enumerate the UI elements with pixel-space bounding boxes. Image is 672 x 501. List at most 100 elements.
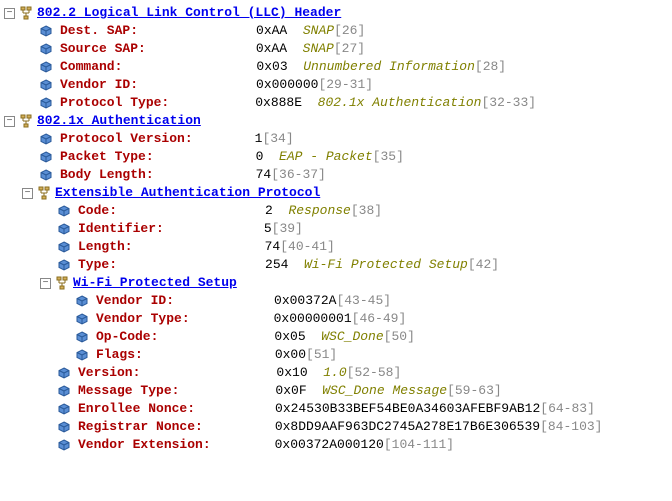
- section-eap-header[interactable]: − Extensible Authentication Protocol: [4, 184, 668, 202]
- field-eap-identifier[interactable]: Identifier: 5 [39]: [4, 220, 668, 238]
- field-label: Code:: [78, 202, 117, 220]
- field-eap-type[interactable]: Type: 254 Wi-Fi Protected Setup [42]: [4, 256, 668, 274]
- field-value: 0: [256, 148, 264, 166]
- section-wps-header[interactable]: − Wi-Fi Protected Setup: [4, 274, 668, 292]
- field-value: 0x00000001: [274, 310, 352, 328]
- field-wps-vendor-id[interactable]: Vendor ID: 0x00372A [43-45]: [4, 292, 668, 310]
- field-wps-registrar-nonce[interactable]: Registrar Nonce: 0x8DD9AAF963DC2745A278E…: [4, 418, 668, 436]
- field-icon: [58, 403, 72, 415]
- field-wps-opcode[interactable]: Op-Code: 0x05 WSC_Done [50]: [4, 328, 668, 346]
- field-value: 1: [255, 130, 263, 148]
- field-body-length[interactable]: Body Length: 74 [36-37]: [4, 166, 668, 184]
- field-bytes: [50]: [384, 328, 415, 346]
- field-label: Packet Type:: [60, 148, 154, 166]
- field-value: 0x24530B33BEF54BE0A34603AFEBF9AB12: [275, 400, 540, 418]
- field-icon: [76, 349, 90, 361]
- field-packet-type[interactable]: Packet Type: 0 EAP - Packet [35]: [4, 148, 668, 166]
- field-icon: [40, 79, 54, 91]
- protocol-group-icon: [55, 276, 69, 290]
- field-bytes: [84-103]: [540, 418, 602, 436]
- field-icon: [40, 151, 54, 163]
- section-title[interactable]: 802.1x Authentication: [37, 112, 201, 130]
- field-wps-flags[interactable]: Flags: 0x00 [51]: [4, 346, 668, 364]
- field-protocol-version[interactable]: Protocol Version: 1 [34]: [4, 130, 668, 148]
- field-wps-version[interactable]: Version: 0x10 1.0 [52-58]: [4, 364, 668, 382]
- field-label: Length:: [78, 238, 133, 256]
- field-meaning: Unnumbered Information: [303, 58, 475, 76]
- field-icon: [76, 295, 90, 307]
- section-llc-header[interactable]: − 802.2 Logical Link Control (LLC) Heade…: [4, 4, 668, 22]
- field-wps-vendor-type[interactable]: Vendor Type: 0x00000001 [46-49]: [4, 310, 668, 328]
- field-source-sap[interactable]: Source SAP: 0xAA SNAP [27]: [4, 40, 668, 58]
- field-label: Source SAP:: [60, 40, 146, 58]
- field-command[interactable]: Command: 0x03 Unnumbered Information [28…: [4, 58, 668, 76]
- field-label: Op-Code:: [96, 328, 158, 346]
- field-value: 0x10: [276, 364, 307, 382]
- field-dest-sap[interactable]: Dest. SAP: 0xAA SNAP [26]: [4, 22, 668, 40]
- field-icon: [58, 439, 72, 451]
- field-bytes: [46-49]: [352, 310, 407, 328]
- field-icon: [40, 133, 54, 145]
- field-icon: [58, 421, 72, 433]
- section-title[interactable]: Wi-Fi Protected Setup: [73, 274, 237, 292]
- field-value: 0x00372A: [274, 292, 336, 310]
- collapse-icon[interactable]: −: [22, 188, 33, 199]
- field-meaning: Wi-Fi Protected Setup: [304, 256, 468, 274]
- collapse-icon[interactable]: −: [40, 278, 51, 289]
- field-wps-enrollee-nonce[interactable]: Enrollee Nonce: 0x24530B33BEF54BE0A34603…: [4, 400, 668, 418]
- field-value: 0x000000: [256, 76, 318, 94]
- field-value: 5: [264, 220, 272, 238]
- field-label: Vendor ID:: [96, 292, 174, 310]
- field-bytes: [104-111]: [384, 436, 454, 454]
- section-dot1x-header[interactable]: − 802.1x Authentication: [4, 112, 668, 130]
- field-meaning: EAP - Packet: [279, 148, 373, 166]
- field-icon: [40, 25, 54, 37]
- field-bytes: [29-31]: [318, 76, 373, 94]
- field-eap-code[interactable]: Code: 2 Response [38]: [4, 202, 668, 220]
- field-icon: [76, 331, 90, 343]
- field-value: 0x888E: [255, 94, 302, 112]
- section-title[interactable]: 802.2 Logical Link Control (LLC) Header: [37, 4, 341, 22]
- field-bytes: [38]: [351, 202, 382, 220]
- field-label: Protocol Type:: [60, 94, 169, 112]
- field-label: Command:: [60, 58, 122, 76]
- field-icon: [40, 43, 54, 55]
- field-bytes: [39]: [272, 220, 303, 238]
- field-value: 0x00372A000120: [275, 436, 384, 454]
- field-label: Type:: [78, 256, 117, 274]
- field-label: Body Length:: [60, 166, 154, 184]
- field-value: 0x8DD9AAF963DC2745A278E17B6E306539: [275, 418, 540, 436]
- field-wps-message-type[interactable]: Message Type: 0x0F WSC_Done Message [59-…: [4, 382, 668, 400]
- field-meaning: 1.0: [323, 364, 346, 382]
- field-value: 0xAA: [256, 22, 287, 40]
- field-protocol-type[interactable]: Protocol Type: 0x888E 802.1x Authenticat…: [4, 94, 668, 112]
- field-value: 0x05: [274, 328, 305, 346]
- section-title[interactable]: Extensible Authentication Protocol: [55, 184, 320, 202]
- field-bytes: [43-45]: [336, 292, 391, 310]
- field-value: 0xAA: [256, 40, 287, 58]
- field-value: 0x03: [256, 58, 287, 76]
- field-bytes: [51]: [306, 346, 337, 364]
- field-icon: [58, 241, 72, 253]
- protocol-group-icon: [37, 186, 51, 200]
- field-wps-vendor-extension[interactable]: Vendor Extension: 0x00372A000120 [104-11…: [4, 436, 668, 454]
- field-label: Registrar Nonce:: [78, 418, 203, 436]
- field-meaning: 802.1x Authentication: [318, 94, 482, 112]
- collapse-icon[interactable]: −: [4, 8, 15, 19]
- collapse-icon[interactable]: −: [4, 116, 15, 127]
- field-label: Enrollee Nonce:: [78, 400, 195, 418]
- field-bytes: [52-58]: [347, 364, 402, 382]
- field-eap-length[interactable]: Length: 74 [40-41]: [4, 238, 668, 256]
- field-icon: [40, 169, 54, 181]
- field-value: 2: [265, 202, 273, 220]
- protocol-group-icon: [19, 114, 33, 128]
- field-icon: [58, 367, 72, 379]
- field-meaning: WSC_Done: [321, 328, 383, 346]
- field-value: 254: [265, 256, 288, 274]
- field-value: 74: [265, 238, 281, 256]
- field-label: Version:: [78, 364, 140, 382]
- field-icon: [40, 97, 54, 109]
- field-bytes: [64-83]: [540, 400, 595, 418]
- field-llc-vendor-id[interactable]: Vendor ID: 0x000000 [29-31]: [4, 76, 668, 94]
- field-bytes: [36-37]: [271, 166, 326, 184]
